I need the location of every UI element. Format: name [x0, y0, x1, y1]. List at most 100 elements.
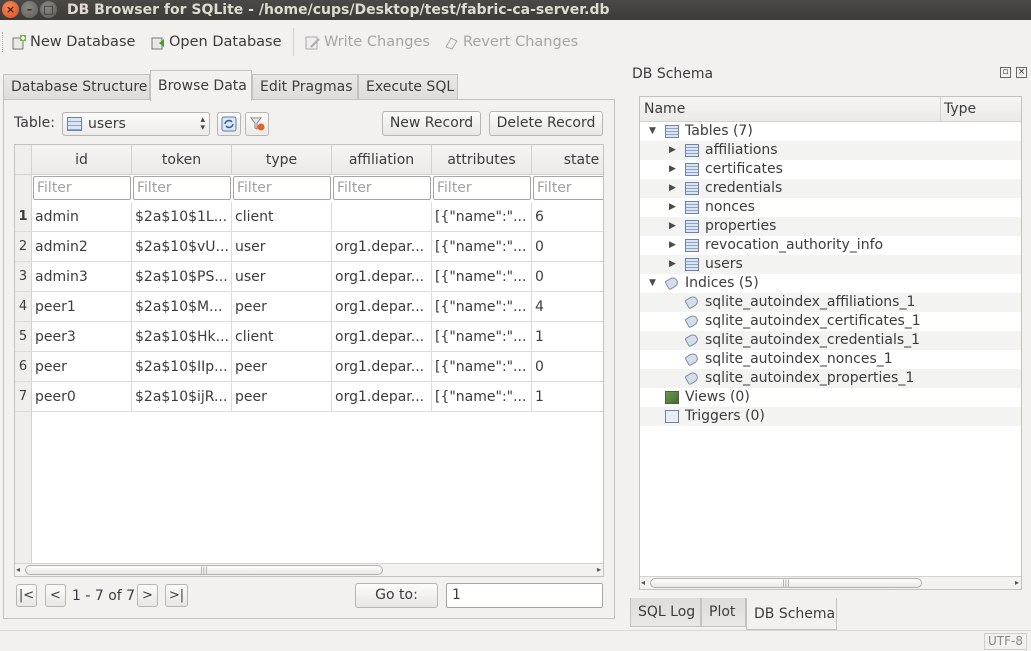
cell-token[interactable]: $2a$10$1L...: [132, 202, 232, 232]
collapsed-arrow-icon[interactable]: ▶: [669, 141, 676, 160]
cell-affiliation[interactable]: org1.depar...: [332, 232, 432, 262]
tab-sql-log[interactable]: SQL Log: [630, 598, 701, 627]
cell-type[interactable]: peer: [232, 292, 332, 322]
row-number[interactable]: 2: [15, 232, 32, 262]
cell-token[interactable]: $2a$10$Hk...: [132, 322, 232, 352]
row-number[interactable]: 3: [15, 262, 32, 292]
tree-item-index[interactable]: sqlite_autoindex_certificates_1: [640, 312, 1021, 331]
cell-type[interactable]: user: [232, 232, 332, 262]
new-database-button[interactable]: New Database: [11, 32, 135, 52]
filter-input-id[interactable]: Filter: [33, 176, 131, 200]
cell-token[interactable]: $2a$10$vU...: [132, 232, 232, 262]
column-header-attributes[interactable]: attributes: [432, 145, 532, 175]
column-header-type[interactable]: type: [232, 145, 332, 175]
tab-db-schema[interactable]: DB Schema: [746, 598, 837, 630]
cell-affiliation[interactable]: org1.depar...: [332, 382, 432, 412]
tab-database-structure[interactable]: Database Structure: [3, 74, 150, 100]
table-select[interactable]: users ▴ ▾: [62, 112, 210, 136]
cell-id[interactable]: admin: [32, 202, 132, 232]
toolbar-handle[interactable]: [2, 32, 5, 52]
tree-node-indices[interactable]: ▼ Indices (5): [640, 274, 1021, 293]
cell-state[interactable]: 0: [532, 262, 603, 292]
collapsed-arrow-icon[interactable]: ▶: [669, 236, 676, 255]
grid-scrollbar-thumb[interactable]: |||: [25, 565, 383, 575]
scroll-left-icon[interactable]: ◂: [641, 577, 645, 589]
column-header-name[interactable]: Name: [644, 97, 685, 122]
table-row[interactable]: peer0 $2a$10$ijR... peer org1.depar... […: [32, 382, 603, 412]
filter-input-token[interactable]: Filter: [133, 176, 231, 200]
cell-attributes[interactable]: [{"name":"...: [432, 292, 532, 322]
collapsed-arrow-icon[interactable]: ▶: [669, 160, 676, 179]
float-dock-icon[interactable]: ▫: [1000, 67, 1011, 78]
schema-horizontal-scrollbar[interactable]: ◂ ||| ▸: [640, 576, 1021, 589]
filter-input-state[interactable]: Filter: [533, 176, 603, 200]
cell-attributes[interactable]: [{"name":"...: [432, 352, 532, 382]
table-row[interactable]: admin2 $2a$10$vU... user org1.depar... […: [32, 232, 603, 262]
expanded-arrow-icon[interactable]: ▼: [649, 122, 656, 141]
tree-item-index[interactable]: sqlite_autoindex_properties_1: [640, 369, 1021, 388]
cell-affiliation[interactable]: org1.depar...: [332, 322, 432, 352]
row-number[interactable]: 1: [15, 202, 32, 232]
cell-id[interactable]: admin2: [32, 232, 132, 262]
table-row[interactable]: peer1 $2a$10$M... peer org1.depar... [{"…: [32, 292, 603, 322]
cell-state[interactable]: 0: [532, 352, 603, 382]
column-header-token[interactable]: token: [132, 145, 232, 175]
column-header-affiliation[interactable]: affiliation: [332, 145, 432, 175]
refresh-button[interactable]: [217, 112, 241, 136]
cell-id[interactable]: admin3: [32, 262, 132, 292]
scroll-left-icon[interactable]: ◂: [16, 564, 20, 576]
encoding-indicator[interactable]: UTF-8: [984, 633, 1027, 650]
cell-id[interactable]: peer: [32, 352, 132, 382]
collapsed-arrow-icon[interactable]: ▶: [669, 179, 676, 198]
cell-state[interactable]: 1: [532, 322, 603, 352]
cell-token[interactable]: $2a$10$PS...: [132, 262, 232, 292]
schema-scrollbar-thumb[interactable]: |||: [650, 578, 922, 588]
next-record-button[interactable]: >: [137, 584, 158, 607]
cell-attributes[interactable]: [{"name":"...: [432, 322, 532, 352]
tab-browse-data[interactable]: Browse Data: [150, 70, 252, 101]
cell-token[interactable]: $2a$10$ijR...: [132, 382, 232, 412]
first-record-button[interactable]: |<: [16, 584, 37, 607]
cell-type[interactable]: user: [232, 262, 332, 292]
close-dock-icon[interactable]: ×: [1016, 67, 1027, 78]
clear-filters-button[interactable]: [245, 112, 269, 136]
column-header-id[interactable]: id: [32, 145, 132, 175]
cell-state[interactable]: 4: [532, 292, 603, 322]
grid-horizontal-scrollbar[interactable]: ◂ ||| ▸: [15, 563, 603, 576]
tree-item-table[interactable]: ▶ certificates: [640, 160, 1021, 179]
scroll-right-icon[interactable]: ▸: [597, 564, 601, 576]
last-record-button[interactable]: >|: [165, 584, 188, 607]
column-header-state[interactable]: state: [532, 145, 603, 175]
cell-type[interactable]: client: [232, 322, 332, 352]
cell-affiliation[interactable]: org1.depar...: [332, 292, 432, 322]
cell-token[interactable]: $2a$10$IIp...: [132, 352, 232, 382]
tree-item-table[interactable]: ▶ users: [640, 255, 1021, 274]
row-number[interactable]: 4: [15, 292, 32, 322]
table-row[interactable]: admin $2a$10$1L... client [{"name":"... …: [32, 202, 603, 232]
cell-affiliation[interactable]: [332, 202, 432, 232]
open-database-button[interactable]: Open Database: [150, 32, 282, 52]
table-row[interactable]: peer3 $2a$10$Hk... client org1.depar... …: [32, 322, 603, 352]
collapsed-arrow-icon[interactable]: ▶: [669, 255, 676, 274]
cell-type[interactable]: peer: [232, 382, 332, 412]
cell-id[interactable]: peer1: [32, 292, 132, 322]
grid-corner[interactable]: [15, 145, 32, 175]
tree-item-table[interactable]: ▶ properties: [640, 217, 1021, 236]
goto-button[interactable]: Go to:: [355, 583, 438, 608]
table-row[interactable]: admin3 $2a$10$PS... user org1.depar... […: [32, 262, 603, 292]
tree-item-table[interactable]: ▶ affiliations: [640, 141, 1021, 160]
filter-input-attributes[interactable]: Filter: [433, 176, 531, 200]
cell-affiliation[interactable]: org1.depar...: [332, 262, 432, 292]
scroll-right-icon[interactable]: ▸: [1015, 577, 1019, 589]
minimize-window-icon[interactable]: –: [21, 1, 38, 18]
cell-type[interactable]: client: [232, 202, 332, 232]
cell-state[interactable]: 1: [532, 382, 603, 412]
maximize-window-icon[interactable]: □: [40, 1, 57, 18]
filter-input-type[interactable]: Filter: [233, 176, 331, 200]
tree-item-table[interactable]: ▶ nonces: [640, 198, 1021, 217]
delete-record-button[interactable]: Delete Record: [489, 111, 603, 136]
cell-attributes[interactable]: [{"name":"...: [432, 202, 532, 232]
previous-record-button[interactable]: <: [45, 584, 66, 607]
cell-attributes[interactable]: [{"name":"...: [432, 262, 532, 292]
new-record-button[interactable]: New Record: [382, 111, 481, 136]
